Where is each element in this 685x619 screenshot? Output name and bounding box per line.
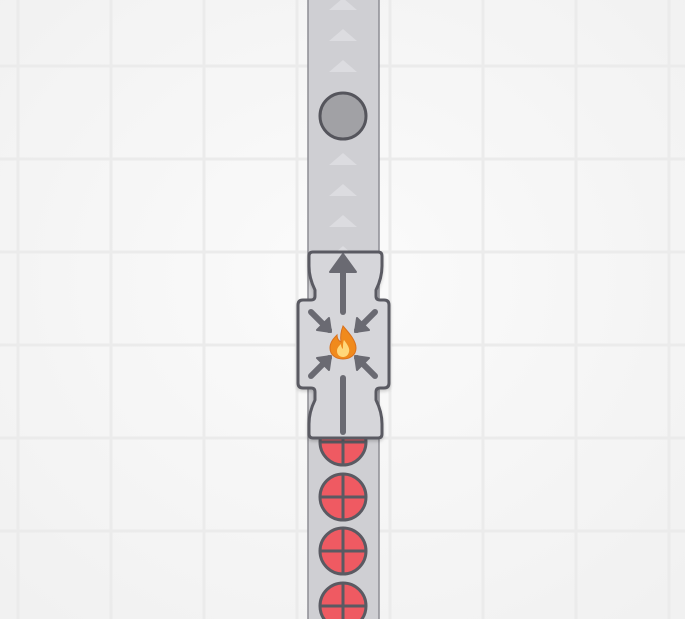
- output-item: [318, 91, 368, 141]
- board-canvas: [0, 0, 685, 619]
- input-item: [318, 526, 368, 576]
- furnace-machine[interactable]: [296, 250, 391, 440]
- gray-circle-item: [318, 91, 368, 141]
- input-item: [318, 472, 368, 522]
- input-item: [318, 581, 368, 619]
- game-board: [0, 0, 685, 619]
